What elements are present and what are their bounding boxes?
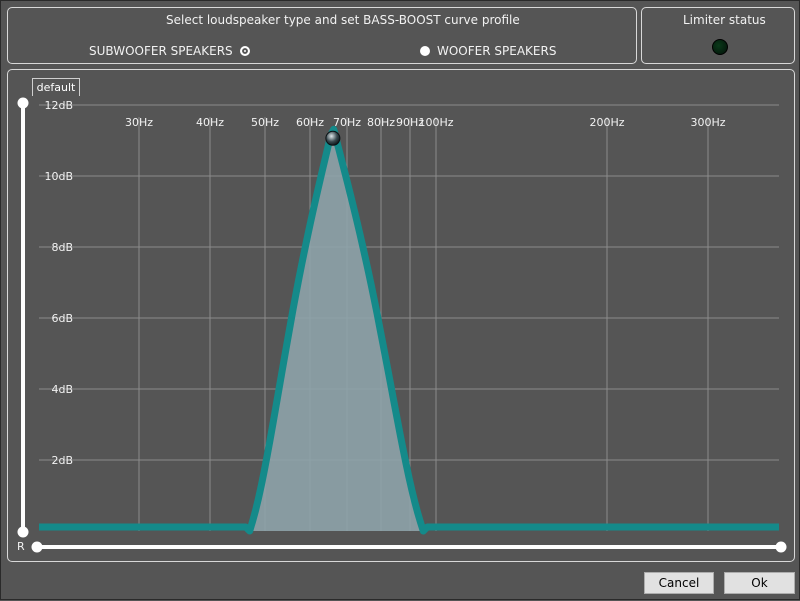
ok-button[interactable]: Ok — [724, 572, 795, 594]
woofer-option-label: WOOFER SPEAKERS — [437, 44, 557, 58]
profile-tab-default[interactable]: default — [32, 78, 80, 96]
curve-chart-panel — [7, 69, 795, 562]
speaker-type-title: Select loudspeaker type and set BASS-BOO… — [166, 13, 520, 27]
slider-r-label: R — [17, 540, 25, 553]
limiter-panel: Limiter status — [641, 7, 795, 64]
subwoofer-radio-icon[interactable] — [239, 46, 250, 56]
bass-boost-window: Select loudspeaker type and set BASS-BOO… — [0, 0, 800, 600]
woofer-option[interactable]: WOOFER SPEAKERS — [420, 44, 556, 58]
speaker-type-panel: Select loudspeaker type and set BASS-BOO… — [7, 7, 637, 64]
limiter-led-icon — [712, 39, 728, 55]
limiter-title: Limiter status — [683, 13, 766, 27]
subwoofer-option-label: SUBWOOFER SPEAKERS — [89, 44, 233, 58]
cancel-button[interactable]: Cancel — [644, 572, 714, 594]
woofer-radio-icon[interactable] — [420, 46, 430, 56]
subwoofer-option[interactable]: SUBWOOFER SPEAKERS — [89, 44, 250, 58]
